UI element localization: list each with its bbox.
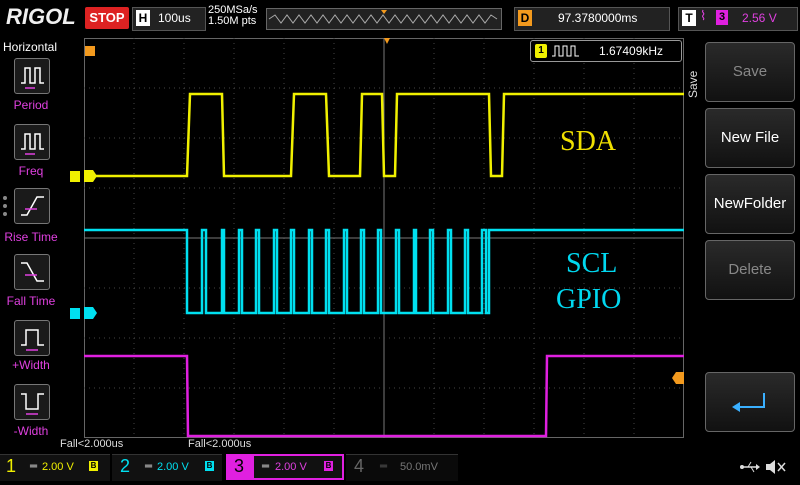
freq-icon <box>21 133 44 155</box>
delete-button[interactable]: Delete <box>705 240 795 300</box>
ch4-number: 4 <box>354 456 365 476</box>
ch2-marker-label <box>70 308 80 319</box>
save-menu-title-wrap: Save <box>686 62 702 102</box>
save-button[interactable]: Save <box>705 42 795 102</box>
ch1-scale: 2.00 V <box>42 461 74 473</box>
rise-time-icon <box>21 196 44 216</box>
ch4-scale: 50.0mV <box>400 461 438 473</box>
new-file-button[interactable]: New File <box>705 108 795 168</box>
ch3-bw-icon: B <box>324 461 333 471</box>
rise-time-label: Rise Time <box>4 230 58 244</box>
measurement-value: 1.67409kHz <box>599 44 664 58</box>
trigger-position-marker <box>384 38 390 44</box>
falling-edge-icon: ⌇ <box>700 9 707 24</box>
rise-time-button[interactable] <box>14 188 50 224</box>
run-stop-indicator[interactable]: STOP <box>85 7 129 29</box>
freq-label: Freq <box>18 164 44 178</box>
neg-width-icon <box>21 393 44 415</box>
neg-width-label: -Width <box>13 424 49 438</box>
pos-width-label: +Width <box>12 358 50 372</box>
ch2-scale: 2.00 V <box>157 461 189 473</box>
gpio-annotation: GPIO <box>556 284 622 315</box>
ch3-coupling-icon: ═ <box>262 461 270 472</box>
measurement-channel: 1 <box>535 44 547 58</box>
trigger-box[interactable] <box>678 7 798 31</box>
scl-annotation: SCL <box>566 248 618 279</box>
fall-label-1: Fall<2.000us <box>60 438 124 450</box>
system-icons <box>702 454 800 480</box>
timebase-value: 100us <box>158 11 191 25</box>
neg-width-button[interactable] <box>14 384 50 420</box>
ch3-scale: 2.00 V <box>275 461 307 473</box>
ch2-ground-marker <box>83 307 97 319</box>
ch1-bw-icon: B <box>89 461 98 471</box>
new-folder-label: NewFolder <box>713 195 787 212</box>
ch1-number: 1 <box>6 456 17 476</box>
ch1-ground-marker <box>83 170 97 182</box>
trigger-label: T <box>682 10 696 26</box>
measure-menu-title: Horizontal <box>3 40 58 54</box>
fall-time-icon <box>21 262 44 282</box>
save-menu-title: Save <box>686 70 700 98</box>
period-label: Period <box>13 98 49 112</box>
enter-icon <box>732 393 765 412</box>
fall-time-button[interactable] <box>14 254 50 290</box>
trigger-source: 3 <box>716 10 728 25</box>
delete-label: Delete <box>728 261 772 278</box>
pos-width-button[interactable] <box>14 320 50 356</box>
new-folder-button[interactable]: NewFolder <box>705 174 795 234</box>
trigger-pos-marker-label <box>85 46 95 56</box>
pos-width-icon <box>21 329 44 351</box>
fall-time-label: Fall Time <box>6 294 56 308</box>
frequency-measurement-box[interactable]: 1 1.67409kHz <box>530 40 682 62</box>
trigger-level-marker <box>672 372 684 384</box>
ch3-number: 3 <box>234 456 245 476</box>
ch2-coupling-icon: ═ <box>145 461 153 472</box>
menu-page-indicator <box>3 196 8 220</box>
speaker-muted-icon <box>766 460 786 474</box>
ch2-number: 2 <box>120 456 131 476</box>
memory-waveform-preview <box>268 10 498 24</box>
save-button-label: Save <box>732 63 768 80</box>
delay-value: 97.3780000ms <box>558 11 638 25</box>
ch2-bw-icon: B <box>205 461 214 471</box>
ch1-coupling-icon: ═ <box>30 461 38 472</box>
square-wave-icon <box>552 45 579 57</box>
brand-logo: RIGOL <box>6 4 76 29</box>
trigger-level: 2.56 V <box>742 11 777 25</box>
waveform-display[interactable] <box>83 38 684 438</box>
new-file-label: New File <box>720 129 780 146</box>
freq-button[interactable] <box>14 124 50 160</box>
delay-label: D <box>518 10 532 26</box>
fall-label-2: Fall<2.000us <box>188 438 252 450</box>
memory-overview-strip[interactable] <box>266 8 502 30</box>
sda-annotation: SDA <box>560 126 617 157</box>
period-button[interactable] <box>14 58 50 94</box>
period-icon <box>21 67 44 89</box>
ch4-coupling-icon: ═ <box>380 461 388 472</box>
ch1-marker-label <box>70 171 80 182</box>
sample-rate-info: 250MSa/s 1.50M pts <box>208 5 258 27</box>
waveform-grid <box>83 38 684 438</box>
enter-button[interactable] <box>705 372 795 432</box>
memory-depth: 1.50M pts <box>208 15 257 27</box>
usb-icon <box>740 461 760 473</box>
horizontal-label: H <box>136 10 150 26</box>
